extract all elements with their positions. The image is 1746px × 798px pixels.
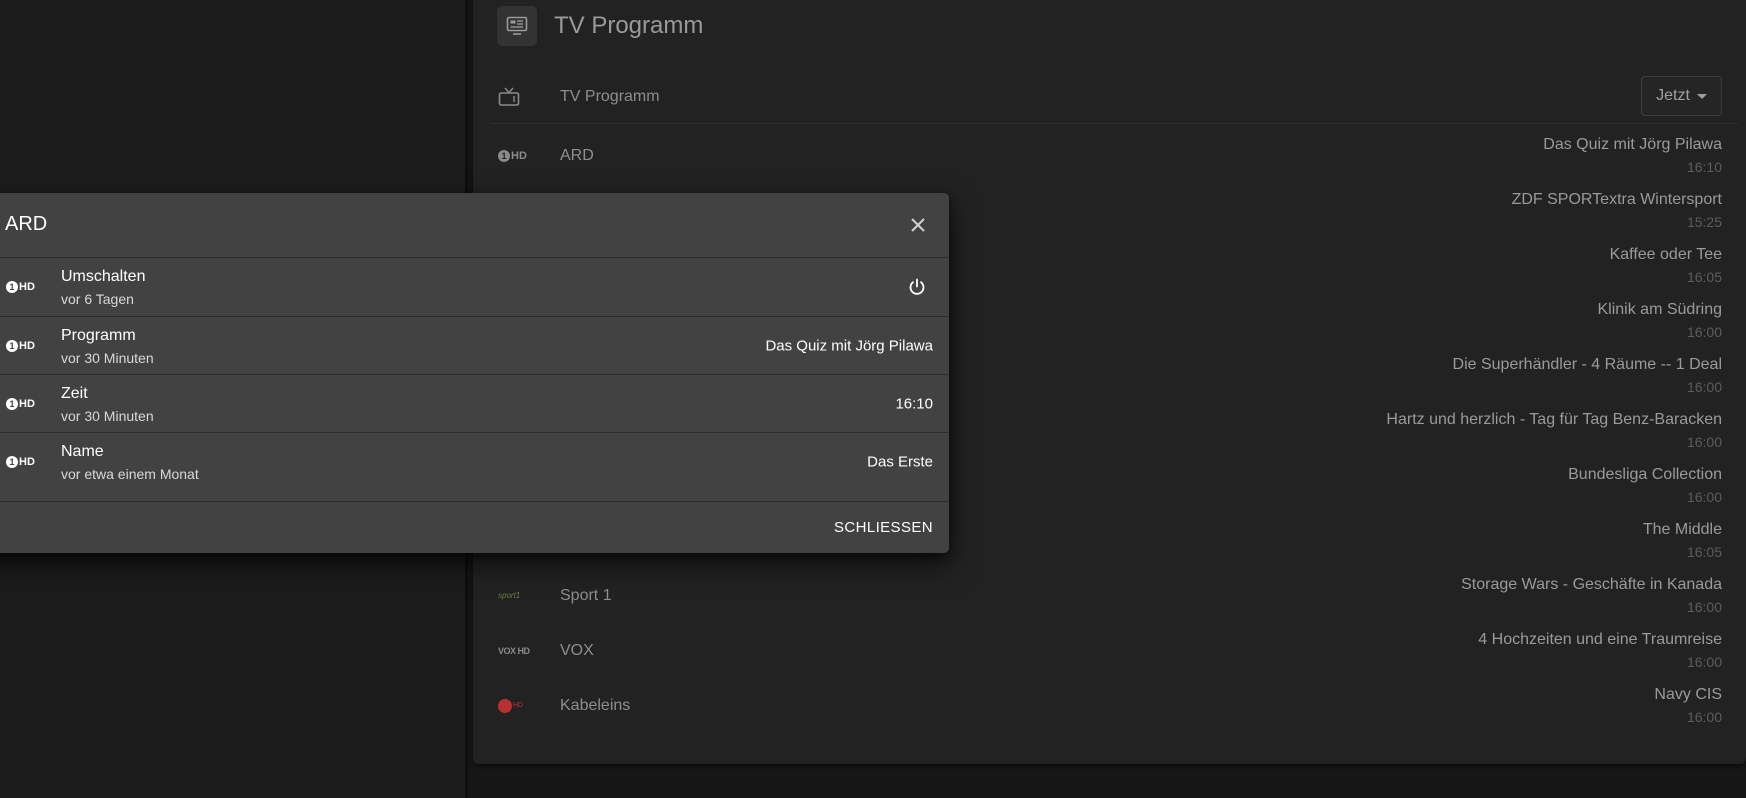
time-filter-dropdown[interactable]: Jetzt bbox=[1641, 76, 1722, 116]
row-label: Zeit bbox=[61, 385, 88, 402]
kabeleins-logo-icon: HD bbox=[498, 695, 542, 717]
channel-program: Hartz und herzlich - Tag für Tag Benz-Ba… bbox=[1386, 411, 1722, 428]
time-filter-value: Jetzt bbox=[1656, 87, 1690, 104]
channel-name: VOX bbox=[560, 641, 594, 659]
channel-time: 16:00 bbox=[1686, 379, 1722, 395]
tv-guide-icon bbox=[497, 6, 537, 46]
header-row-label: TV Programm bbox=[560, 87, 660, 105]
row-subtitle: vor 30 Minuten bbox=[61, 350, 154, 366]
ard-hd-logo-icon: 1 HD bbox=[6, 456, 35, 468]
ard-hd-logo-icon: 1 HD bbox=[498, 145, 542, 167]
dialog-row-zeit: 1 HD Zeit vor 30 Minuten 16:10 bbox=[0, 375, 949, 433]
vox-hd-logo-icon: VOX HD bbox=[498, 645, 530, 656]
row-subtitle: vor 30 Minuten bbox=[61, 408, 154, 424]
row-value: 16:10 bbox=[895, 395, 933, 413]
channel-time: 16:00 bbox=[1686, 434, 1722, 450]
channel-program: Bundesliga Collection bbox=[1568, 466, 1722, 483]
close-icon[interactable] bbox=[904, 211, 932, 239]
card-title: TV Programm bbox=[554, 12, 704, 39]
caret-down-icon bbox=[1696, 93, 1707, 99]
channel-time: 16:10 bbox=[1686, 159, 1722, 175]
channel-time: 16:00 bbox=[1686, 324, 1722, 340]
row-subtitle: vor etwa einem Monat bbox=[61, 466, 199, 482]
channel-time: 16:00 bbox=[1686, 599, 1722, 615]
channel-program: Navy CIS bbox=[1654, 686, 1722, 703]
channel-time: 16:00 bbox=[1686, 489, 1722, 505]
dialog-row-umschalten[interactable]: 1 HD Umschalten vor 6 Tagen bbox=[0, 258, 949, 316]
ard-hd-logo-icon: 1 HD bbox=[6, 281, 35, 293]
channel-time: 15:25 bbox=[1686, 214, 1722, 230]
divider bbox=[0, 501, 949, 502]
channel-program: Das Quiz mit Jörg Pilawa bbox=[1543, 136, 1722, 153]
channel-row-ard[interactable]: 1 HD ARD Das Quiz mit Jörg Pilawa 16:10 bbox=[490, 128, 1738, 183]
channel-time: 16:05 bbox=[1686, 269, 1722, 285]
channel-program: Kaffee oder Tee bbox=[1609, 246, 1722, 263]
row-value: Das Quiz mit Jörg Pilawa bbox=[765, 337, 933, 355]
close-button[interactable]: SCHLIESSEN bbox=[834, 519, 933, 536]
channel-program: The Middle bbox=[1642, 521, 1722, 538]
channel-name: Sport 1 bbox=[560, 586, 612, 604]
card-header: TV Programm bbox=[497, 6, 703, 46]
channel-name: Kabeleins bbox=[560, 696, 631, 714]
channel-row-sport1[interactable]: sport1 Sport 1 Storage Wars - Geschäfte … bbox=[490, 568, 1738, 623]
channel-program: Storage Wars - Geschäfte in Kanada bbox=[1461, 576, 1722, 593]
channel-program: Klinik am Südring bbox=[1597, 301, 1723, 318]
row-subtitle: vor 6 Tagen bbox=[61, 291, 134, 307]
channel-time: 16:00 bbox=[1686, 654, 1722, 670]
row-label: Umschalten bbox=[61, 268, 146, 285]
channel-program: 4 Hochzeiten und eine Traumreise bbox=[1478, 631, 1722, 648]
dialog-row-programm: 1 HD Programm vor 30 Minuten Das Quiz mit… bbox=[0, 317, 949, 375]
tv-icon bbox=[498, 86, 542, 108]
channel-name: ARD bbox=[560, 146, 594, 164]
channel-time: 16:05 bbox=[1686, 544, 1722, 560]
row-value: Das Erste bbox=[867, 453, 933, 471]
ard-hd-logo-icon: 1 HD bbox=[6, 398, 35, 410]
channel-dialog: ARD 1 HD Umschalten vor 6 Tagen 1 HD Progr… bbox=[0, 193, 949, 553]
channel-row-kabeleins[interactable]: HD Kabeleins Navy CIS 16:00 bbox=[490, 678, 1738, 733]
channel-row-vox[interactable]: VOX HD VOX 4 Hochzeiten und eine Traumre… bbox=[490, 623, 1738, 678]
tv-program-header-row: TV Programm Jetzt bbox=[490, 70, 1738, 124]
row-label: Programm bbox=[61, 327, 136, 344]
dialog-title: ARD bbox=[5, 213, 48, 235]
ard-hd-logo-icon: 1 HD bbox=[6, 340, 35, 352]
channel-time: 16:00 bbox=[1686, 709, 1722, 725]
sport1-logo-icon: sport1 bbox=[498, 591, 521, 600]
row-label: Name bbox=[61, 443, 104, 460]
power-icon[interactable] bbox=[905, 275, 929, 299]
channel-program: Die Superhändler - 4 Räume -- 1 Deal bbox=[1452, 356, 1722, 373]
dialog-row-name: 1 HD Name vor etwa einem Monat Das Erste bbox=[0, 433, 949, 491]
channel-program: ZDF SPORTextra Wintersport bbox=[1511, 191, 1722, 208]
